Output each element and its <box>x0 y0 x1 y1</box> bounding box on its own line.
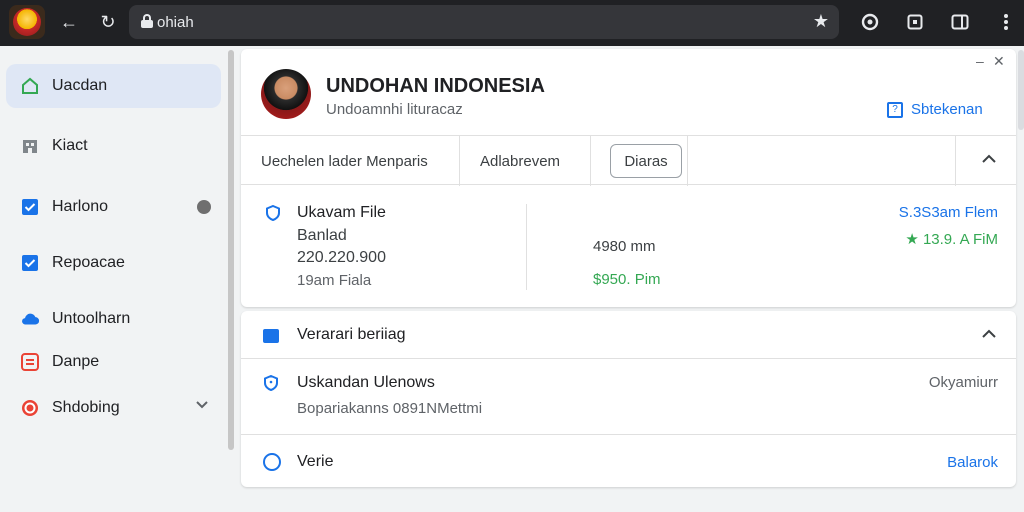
sidebar-item-label: Kiact <box>52 137 88 154</box>
tab-divider <box>955 136 956 186</box>
sidebar-item-label: Harlono <box>52 198 109 215</box>
sidebar-item-danpe[interactable]: Danpe <box>6 340 221 384</box>
tab-bar: Uechelen lader Menparis Adlabrevem Diara… <box>241 135 1016 186</box>
app-logo-icon[interactable] <box>9 5 45 39</box>
section-title: Verarari beriiag <box>297 326 406 343</box>
page-subtitle: Undoamnhi lituracaz <box>326 101 463 118</box>
header-action-label: Sbtekenan <box>911 101 983 118</box>
sidebar-item-label: Danpe <box>52 353 100 370</box>
extension-icon[interactable] <box>858 10 882 34</box>
tab-divider <box>590 136 591 186</box>
tab-second[interactable]: Adlabrevem <box>480 136 560 186</box>
sidebar-item-label: Shdobing <box>52 399 120 416</box>
sidebar-item-label: Untoolharn <box>52 310 131 327</box>
star-icon[interactable]: ★ <box>813 11 829 32</box>
file-line-3: 19am Fiala <box>297 272 372 289</box>
list-item-title: Uskandan Ulenows <box>297 374 435 391</box>
document-icon <box>20 352 40 372</box>
sidebar-scrollbar[interactable] <box>228 50 234 450</box>
sidebar-item-shdobing[interactable]: Shdobing <box>6 386 221 430</box>
target-icon <box>20 398 40 418</box>
url-text[interactable]: ohiah <box>157 14 194 31</box>
checkbox-icon <box>20 197 40 217</box>
home-icon <box>20 76 40 96</box>
info-icon <box>263 374 279 392</box>
list-item-meta: Okyamiurr <box>928 374 998 391</box>
chevron-up-icon[interactable] <box>981 151 997 172</box>
file-right-bottom-text: 13.9. A FiM <box>922 231 998 248</box>
profile-card: UNDOHAN INDONESIA Undoamnhi lituracaz – … <box>241 49 1016 307</box>
browser-toolbar: ← ↻ ohiah ★ <box>0 0 1024 46</box>
back-arrow-icon[interactable]: ← <box>57 10 81 34</box>
list-item-link[interactable]: Balarok <box>947 454 998 471</box>
image-icon <box>263 329 279 343</box>
file-right-bottom: ★ 13.9. A FiM <box>905 230 998 248</box>
chevron-down-icon[interactable] <box>195 397 211 413</box>
file-details: Ukavam File Banlad 220.220.900 19am Fial… <box>241 186 1016 307</box>
tab-divider <box>459 136 460 186</box>
clock-icon <box>263 453 281 471</box>
tab-divider <box>687 136 688 186</box>
sidebar-item-repoacae[interactable]: Repoacae <box>6 241 221 285</box>
menu-icon[interactable] <box>994 10 1018 34</box>
avatar <box>261 69 311 119</box>
address-bar[interactable]: ohiah ★ <box>129 5 839 39</box>
main-scrollbar[interactable] <box>1018 50 1024 130</box>
file-line-1: Banlad <box>297 227 347 244</box>
sidebar-item-uacdan[interactable]: Uacdan <box>6 64 221 108</box>
chevron-up-icon[interactable] <box>981 326 997 347</box>
section-card: Verarari beriiag Uskandan Ulenows Bopari… <box>241 311 1016 487</box>
header-action-link[interactable]: ? Sbtekenan <box>887 101 983 118</box>
sidebar-toggle-icon[interactable] <box>948 10 972 34</box>
lock-icon <box>141 14 153 28</box>
file-title: Ukavam File <box>297 204 386 221</box>
diaras-button[interactable]: Diaras <box>610 144 682 178</box>
column-divider <box>526 204 527 290</box>
section-header[interactable]: Verarari beriiag <box>241 311 1016 359</box>
cast-icon[interactable] <box>903 10 927 34</box>
sidebar-item-kiact[interactable]: Kiact <box>6 124 221 168</box>
file-line-2: 220.220.900 <box>297 249 386 266</box>
list-item[interactable]: Uskandan Ulenows Bopariakanns 0891NMettm… <box>241 359 1016 435</box>
status-dot <box>197 200 211 214</box>
star-icon: ★ <box>905 231 923 248</box>
list-item[interactable]: Verie Balarok <box>241 436 1016 487</box>
shield-icon <box>265 204 281 222</box>
file-size-value: 4980 mm <box>593 238 656 255</box>
file-right-top[interactable]: S.3S3am Flem <box>899 204 998 221</box>
file-price-value: $950. Pim <box>593 271 661 288</box>
minimize-icon[interactable]: – <box>976 53 984 69</box>
building-icon <box>20 136 40 156</box>
page-title: UNDOHAN INDONESIA <box>326 75 545 97</box>
sidebar-item-label: Uacdan <box>52 77 108 94</box>
reload-icon[interactable]: ↻ <box>96 10 120 34</box>
close-icon[interactable]: ✕ <box>993 53 1005 70</box>
list-item-subtitle: Bopariakanns 0891NMettmi <box>297 400 483 417</box>
list-item-title: Verie <box>297 453 334 470</box>
tab-first[interactable]: Uechelen lader Menparis <box>261 136 428 186</box>
check-icon <box>20 253 40 273</box>
cloud-icon <box>20 309 40 329</box>
sidebar-item-untoolharn[interactable]: Untoolharn <box>6 297 221 341</box>
sidebar-item-harlono[interactable]: Harlono <box>6 185 221 229</box>
external-link-icon: ? <box>887 101 903 118</box>
sidebar: Uacdan Kiact Harlono Repoacae Untoolharn… <box>0 46 240 512</box>
sidebar-item-label: Repoacae <box>52 254 125 271</box>
logo-emblem <box>13 8 41 36</box>
